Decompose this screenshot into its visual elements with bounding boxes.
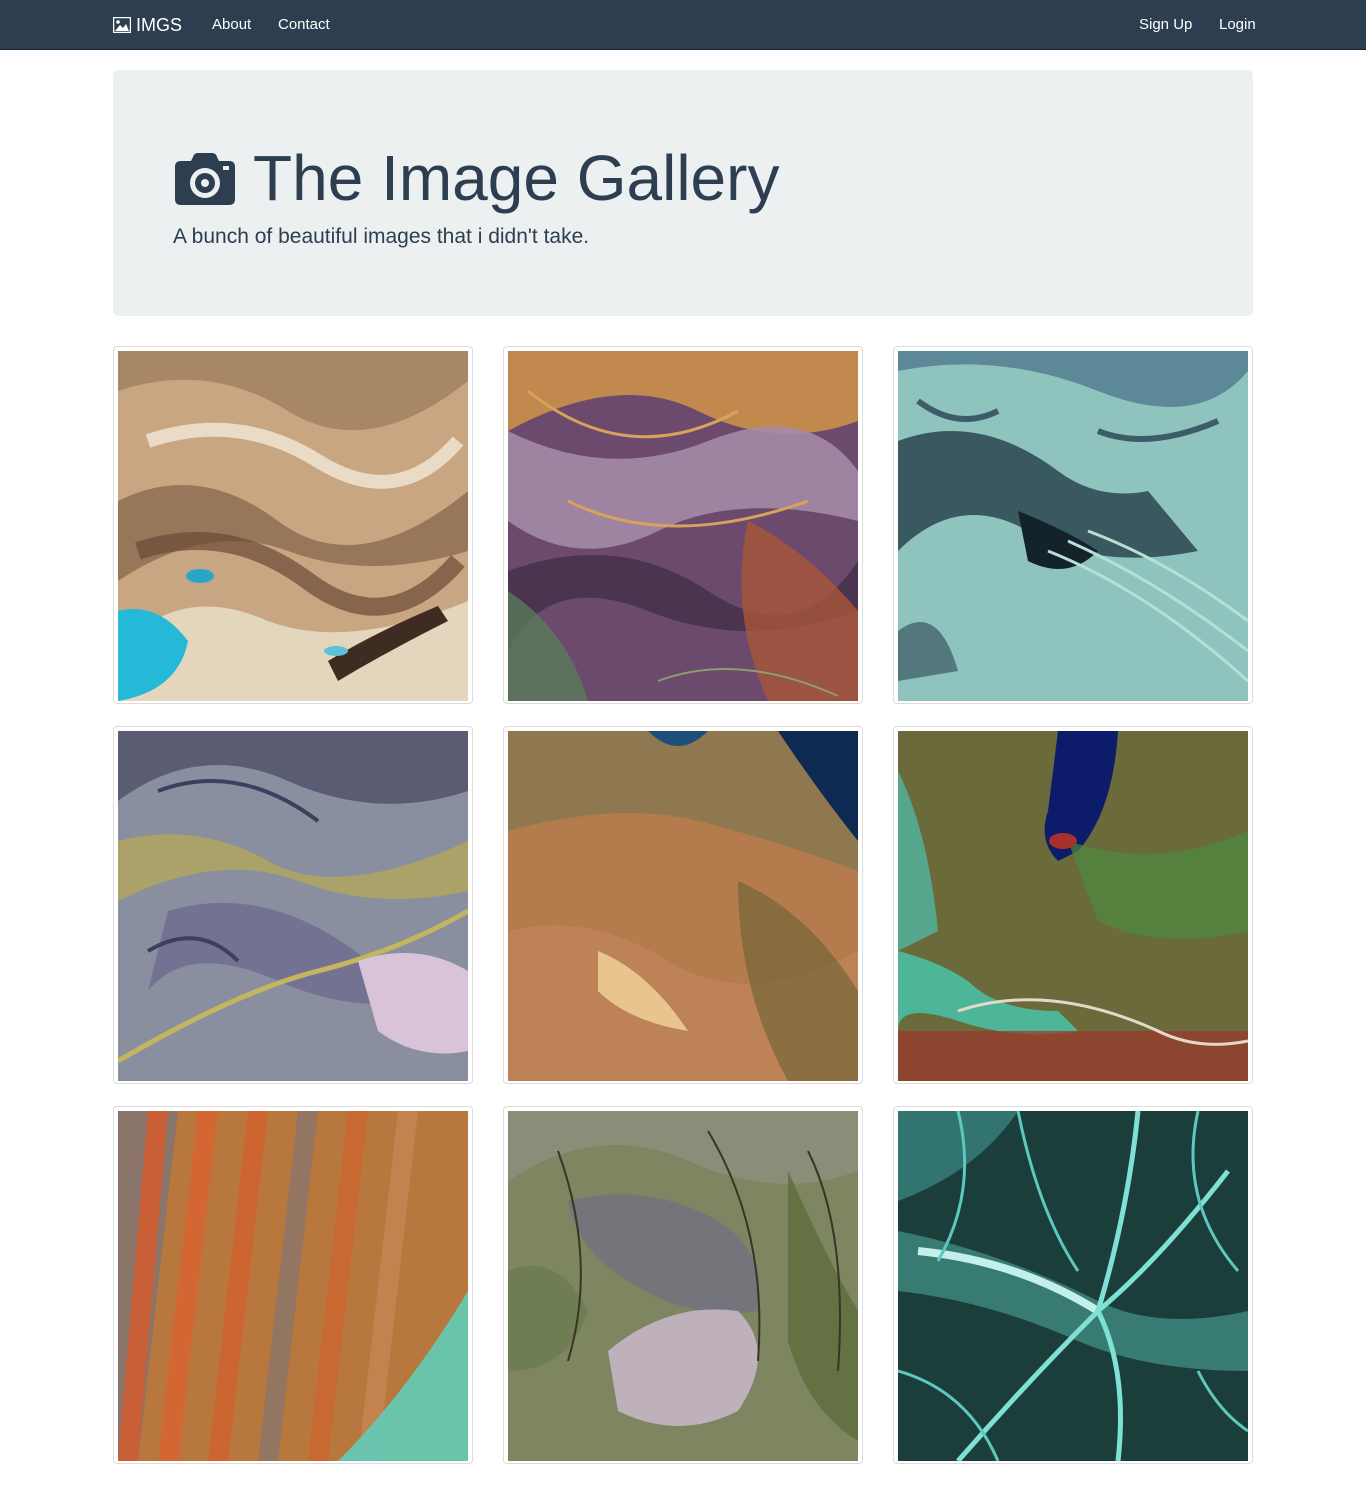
gallery-image-2 xyxy=(508,351,858,701)
page-title: The Image Gallery xyxy=(173,138,779,218)
gallery-thumbnail-6[interactable] xyxy=(893,726,1253,1084)
gallery-thumbnail-8[interactable] xyxy=(503,1106,863,1464)
gallery-thumbnail-7[interactable] xyxy=(113,1106,473,1464)
gallery-image-3 xyxy=(898,351,1248,701)
brand-label: IMGS xyxy=(136,14,183,35)
gallery-image-7 xyxy=(118,1111,468,1461)
gallery-image-8 xyxy=(508,1111,858,1461)
nav-contact-link[interactable]: Contact xyxy=(278,0,330,50)
page-subtitle: A bunch of beautiful images that i didn'… xyxy=(173,225,590,248)
jumbotron: The Image Gallery A bunch of beautiful i… xyxy=(113,70,1253,316)
navbar: IMGS About Contact Sign Up Login xyxy=(0,0,1366,50)
nav-login-link[interactable]: Login xyxy=(1219,0,1256,50)
nav-about-link[interactable]: About xyxy=(212,0,251,50)
gallery-image-1 xyxy=(118,351,468,701)
gallery-image-6 xyxy=(898,731,1248,1081)
gallery-thumbnail-3[interactable] xyxy=(893,346,1253,704)
gallery-image-5 xyxy=(508,731,858,1081)
gallery-thumbnail-5[interactable] xyxy=(503,726,863,1084)
page-title-text: The Image Gallery xyxy=(253,142,780,214)
nav-signup-link[interactable]: Sign Up xyxy=(1139,0,1192,50)
gallery-image-4 xyxy=(118,731,468,1081)
image-icon xyxy=(113,17,131,33)
gallery-thumbnail-2[interactable] xyxy=(503,346,863,704)
gallery-image-9 xyxy=(898,1111,1248,1461)
camera-icon xyxy=(175,153,235,205)
gallery-thumbnail-9[interactable] xyxy=(893,1106,1253,1464)
gallery-thumbnail-4[interactable] xyxy=(113,726,473,1084)
brand-link[interactable]: IMGS xyxy=(113,0,182,50)
gallery-thumbnail-1[interactable] xyxy=(113,346,473,704)
